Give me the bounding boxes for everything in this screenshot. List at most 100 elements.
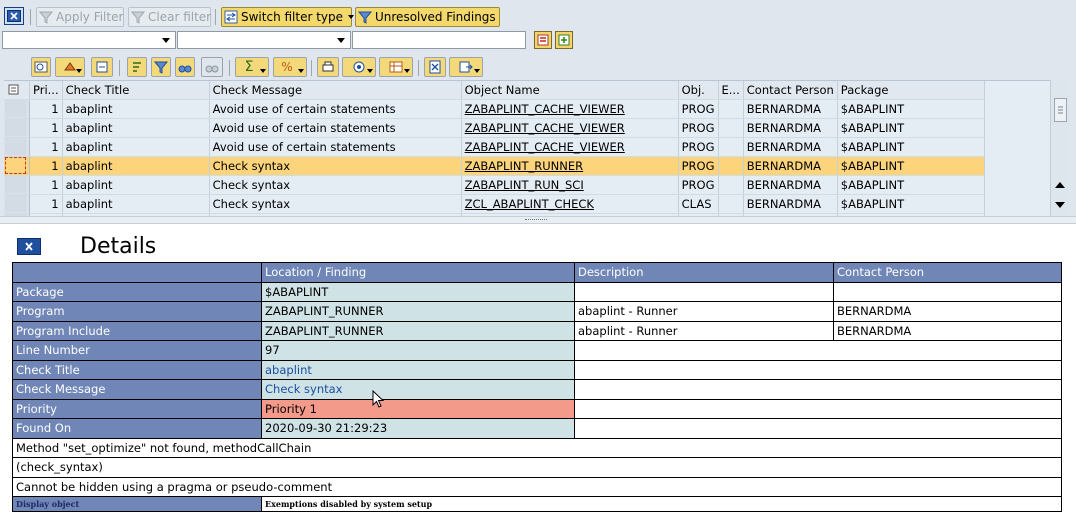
table-row[interactable]: 1 abaplint Avoid use of certain statements… [4, 137, 985, 157]
found-on-empty [574, 418, 1062, 439]
cell-object-name[interactable]: ZABAPLINT_CACHE_VIEWER [461, 99, 679, 119]
package-label: Package [12, 281, 262, 302]
cell-check-title: abaplint [62, 156, 210, 176]
close-details-icon[interactable] [17, 238, 41, 255]
col-header-contact-person[interactable]: Contact Person [743, 81, 838, 100]
col-header-obj-type[interactable]: Obj. [678, 81, 719, 100]
sort-ascending-icon[interactable] [127, 57, 147, 77]
cell-e [718, 156, 744, 176]
pane-splitter[interactable] [0, 216, 1076, 224]
cell-object-name[interactable]: ZABAPLINT_RUNNER [461, 156, 679, 176]
filter-dropdown-2[interactable] [177, 31, 351, 49]
apply-filter-label: Apply Filter [56, 10, 124, 24]
table-row[interactable]: 1 abaplint Avoid use of certain statements… [4, 99, 985, 119]
find-next-icon[interactable] [201, 57, 223, 77]
col-header-e[interactable]: E... [718, 81, 744, 100]
finding-pragma-note: Cannot be hidden using a pragma or pseud… [12, 476, 1062, 497]
row-selector[interactable] [4, 99, 30, 119]
set-filter-icon[interactable] [151, 57, 171, 77]
details-header-description: Description [574, 262, 834, 283]
program-contact: BERNARDMA [833, 301, 1062, 322]
export-excel-icon[interactable] [424, 57, 446, 77]
details-table: Location / Finding Description Contact P… [12, 262, 1062, 512]
package-desc [574, 281, 834, 302]
filter-dropdown-1[interactable] [2, 31, 176, 49]
findings-table: Pri... Check Title Check Message Object … [4, 81, 985, 216]
apply-filter-button[interactable]: Apply Filter [36, 7, 124, 27]
find-icon[interactable] [175, 57, 195, 77]
col-header-check-title[interactable]: Check Title [62, 81, 210, 100]
col-header-package[interactable]: Package [837, 81, 985, 100]
cell-obj-type: PROG [678, 175, 719, 195]
details-row-priority: Priority Priority 1 [12, 398, 1062, 419]
cell-priority: 1 [29, 99, 63, 119]
unresolved-findings-button[interactable]: Unresolved Findings [355, 7, 500, 27]
details-row-message2: (check_syntax) [12, 457, 1062, 478]
col-header-object-name[interactable]: Object Name [461, 81, 679, 100]
details-row-message3: Cannot be hidden using a pragma or pseud… [12, 476, 1062, 497]
include-contact: BERNARDMA [833, 320, 1062, 341]
check-title-link[interactable]: abaplint [261, 359, 575, 380]
cell-contact-person: BERNARDMA [743, 156, 838, 176]
cell-check-message: Avoid use of certain statements [209, 137, 462, 157]
row-selector[interactable] [4, 156, 30, 176]
table-row[interactable]: 1abaplintCheck syntaxZCL_ABAPLINT_CHECKC… [4, 194, 985, 214]
table-row[interactable]: 1 abaplint Check syntax ZABAPLINT_RUNNER PRO… [4, 156, 985, 176]
cell-object-name[interactable]: ZABAPLINT_CACHE_VIEWER [461, 118, 679, 138]
close-icon[interactable] [4, 7, 24, 25]
cell-object-name[interactable]: ZCL_ABAPLINT_CHECK [461, 194, 679, 214]
found-on-value: 2020-09-30 21:29:23 [261, 418, 575, 439]
check-title-empty [574, 359, 1062, 380]
cell-check-message: Check syntax [209, 194, 462, 214]
chevron-down-icon [348, 15, 355, 19]
clear-filter-label: Clear filter [148, 10, 212, 24]
cell-check-message: Check syntax [209, 156, 462, 176]
details-row-check-title: Check Title abaplint [12, 359, 1062, 380]
sum-icon[interactable]: Σ [235, 57, 269, 77]
details-row-message1: Method "set_optimize" not found, methodC… [12, 437, 1062, 458]
details-view-icon[interactable] [31, 57, 51, 77]
filter-input[interactable] [352, 31, 526, 49]
cell-priority: 1 [29, 156, 63, 176]
program-label: Program [12, 301, 262, 322]
check-message-link[interactable]: Check syntax [261, 379, 575, 400]
select-all-cell[interactable] [4, 81, 30, 100]
layout-icon[interactable] [379, 57, 413, 77]
cell-check-message: Avoid use of certain statements [209, 99, 462, 119]
cell-check-title: abaplint [62, 118, 210, 138]
details-header-row: Location / Finding Description Contact P… [12, 262, 1062, 283]
cell-object-name[interactable]: ZABAPLINT_CACHE_VIEWER [461, 137, 679, 157]
found-on-label: Found On [12, 418, 262, 439]
switch-filter-label: Switch filter type [241, 10, 344, 24]
col-header-priority[interactable]: Pri... [29, 81, 63, 100]
row-selector[interactable] [4, 175, 30, 195]
col-header-check-message[interactable]: Check Message [209, 81, 462, 100]
row-selector[interactable] [4, 137, 30, 157]
scroll-up-icon[interactable] [1055, 182, 1065, 188]
navigate-icon[interactable] [55, 57, 85, 77]
table-row[interactable]: 1 abaplint Check syntax ZABAPLINT_RUN_SCI PR… [4, 175, 985, 195]
cell-object-name[interactable]: ZABAPLINT_RUN_SCI [461, 175, 679, 195]
row-selector[interactable] [4, 194, 30, 214]
display-object-link[interactable]: Display object [12, 496, 262, 512]
details-row-include: Program Include ZABAPLINT_RUNNER abaplin… [12, 320, 1062, 341]
print-icon[interactable] [317, 57, 339, 77]
refresh-icon[interactable] [91, 57, 113, 77]
row-selector[interactable] [4, 118, 30, 138]
switch-filter-icon [224, 10, 238, 24]
switch-filter-type-button[interactable]: Switch filter type [221, 7, 355, 27]
subtotal-icon[interactable]: % [273, 57, 307, 77]
views-icon[interactable] [342, 57, 376, 77]
remove-filter-icon[interactable] [534, 31, 552, 49]
clear-filter-button[interactable]: Clear filter [128, 7, 211, 27]
cell-check-title: abaplint [62, 194, 210, 214]
scrollbar-thumb[interactable] [1054, 98, 1067, 122]
add-filter-icon[interactable] [555, 31, 573, 49]
grid-vertical-scrollbar[interactable] [1050, 80, 1070, 216]
scroll-down-icon[interactable] [1055, 202, 1065, 208]
export-icon[interactable] [449, 57, 483, 77]
program-value: ZABAPLINT_RUNNER [261, 301, 575, 322]
table-header-row: Pri... Check Title Check Message Object … [4, 81, 985, 100]
table-row[interactable]: 1 abaplint Avoid use of certain statements… [4, 118, 985, 138]
main-toolbar: Apply Filter Clear filter Switch filter … [0, 0, 1076, 30]
